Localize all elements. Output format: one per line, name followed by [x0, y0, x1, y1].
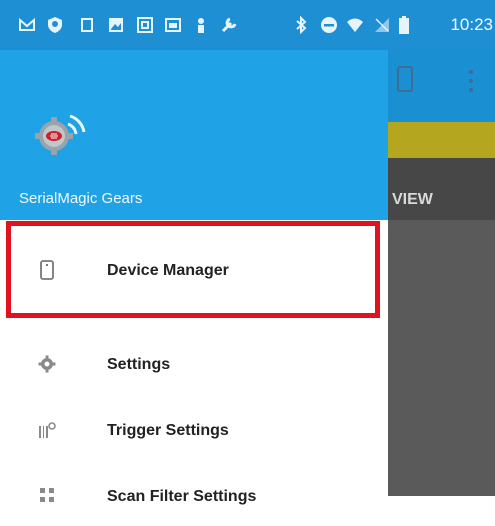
status-bar: 10:23: [0, 0, 495, 50]
square-icon: [81, 18, 93, 32]
filter-icon: [40, 488, 54, 502]
menu-item-label: Trigger Settings: [107, 422, 229, 439]
menu-item-settings[interactable]: Settings: [0, 334, 388, 394]
person-icon: [198, 18, 204, 33]
app-tab-view[interactable]: VIEW: [392, 191, 433, 209]
battery-icon: [399, 16, 409, 34]
app-name: SerialMagic Gears: [19, 190, 143, 207]
highlight-box: [6, 221, 380, 318]
overflow-menu-icon[interactable]: [469, 70, 473, 92]
do-not-disturb-icon: [321, 17, 337, 33]
app-phone-icon[interactable]: [397, 66, 413, 92]
menu-item-trigger-settings[interactable]: Trigger Settings: [0, 400, 388, 460]
gmail-icon: [19, 17, 35, 31]
wrench-icon: [221, 17, 237, 33]
clock: 10:23: [450, 15, 493, 34]
menu-item-scan-filter-settings[interactable]: Scan Filter Settings: [0, 466, 388, 526]
menu-item-label: Scan Filter Settings: [107, 488, 257, 505]
calendar-icon: [165, 18, 181, 32]
barcode-gear-icon: [39, 422, 56, 438]
image-icon: [137, 17, 153, 33]
no-signal-icon: [375, 18, 389, 32]
app-tab-bar: [388, 158, 495, 220]
menu-item-label: Settings: [107, 356, 171, 373]
bluetooth-icon: [296, 16, 307, 34]
gear-icon: [38, 355, 56, 373]
app-banner: [388, 122, 495, 158]
photo-icon: [109, 18, 123, 32]
wifi-icon: [347, 18, 363, 32]
app-logo-icon: [35, 114, 86, 155]
shield-icon: [48, 17, 62, 33]
